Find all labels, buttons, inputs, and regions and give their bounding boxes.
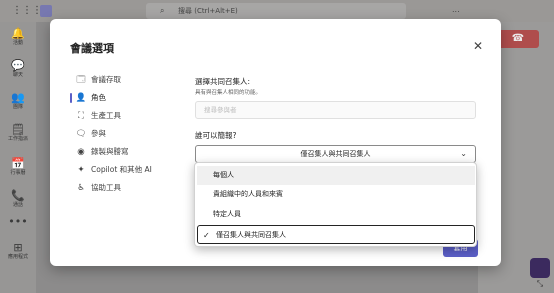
option-label: 每個人 (213, 171, 234, 179)
rail-label: 工作指派 (7, 136, 28, 142)
options-nav: 🗔 會議存取 👤 角色 ⛶ 生產工具 🗨 參與 ◉ 錄製與謄寫 ✦ Copilo… (70, 71, 185, 197)
rail-item-calendar[interactable]: 📅 行事曆 (0, 158, 36, 177)
nav-item-recording[interactable]: ◉ 錄製與謄寫 (70, 143, 185, 161)
nav-item-roles[interactable]: 👤 角色 (70, 89, 185, 107)
option-everyone[interactable]: 每個人 (197, 166, 475, 185)
presenter-options-list: 每個人 貴組織中的人員和來賓 特定人員 ✓ 僅召集人與共同召集人 (194, 162, 477, 247)
active-indicator (70, 93, 72, 103)
search-input[interactable]: ⌕ 搜尋 (Ctrl+Alt+E) (146, 3, 406, 19)
hangup-button[interactable]: ☎ (497, 30, 539, 48)
nav-item-productivity[interactable]: ⛶ 生產工具 (70, 107, 185, 125)
rail-item-activity[interactable]: 🔔 活動 (0, 28, 36, 47)
nav-label: 協助工具 (91, 183, 121, 192)
chevron-down-icon: ⌄ (460, 149, 467, 158)
option-label: 特定人員 (213, 210, 241, 218)
presenter-dropdown[interactable]: 僅召集人與共同召集人 ⌄ (195, 145, 476, 163)
nav-label: 生產工具 (91, 111, 121, 120)
rail-item-apps[interactable]: ⊞ 應用程式 (0, 242, 36, 261)
nav-label: 錄製與謄寫 (91, 147, 129, 156)
nav-label: 會議存取 (91, 75, 121, 84)
copilot-launch-button[interactable] (530, 258, 550, 278)
cohost-description: 具有與召集人相同的功能。 (195, 90, 262, 96)
nav-label: 角色 (91, 93, 106, 102)
close-icon[interactable]: ✕ (473, 40, 483, 52)
apps-icon: ⊞ (13, 241, 23, 254)
search-placeholder: 搜尋 (Ctrl+Alt+E) (178, 7, 238, 15)
option-label: 僅召集人與共同召集人 (216, 231, 286, 239)
rail-item-assignments[interactable]: 🗒 工作指派 (0, 124, 36, 143)
more-icon: ••• (8, 215, 28, 228)
option-org-and-guests[interactable]: 貴組織中的人員和來賓 (197, 185, 475, 204)
teams-logo-icon (40, 5, 52, 17)
app-launcher-icon[interactable]: ⋮⋮⋮ (12, 6, 42, 16)
option-label: 貴組織中的人員和來賓 (213, 190, 283, 198)
rail-item-more[interactable]: ••• (0, 216, 36, 228)
cohost-label: 選擇共同召集人: (195, 77, 251, 86)
nav-item-meeting-access[interactable]: 🗔 會議存取 (70, 71, 185, 89)
nav-label: Copilot 和其他 AI (91, 165, 152, 174)
more-options-button[interactable]: ... (452, 5, 460, 14)
rail-item-calls[interactable]: 📞 通話 (0, 190, 36, 209)
search-icon: ⌕ (160, 6, 165, 15)
rail-label: 通話 (12, 202, 23, 208)
nav-label: 參與 (91, 129, 106, 138)
person-icon: 👤 (75, 93, 87, 103)
access-icon: 🗔 (76, 75, 86, 85)
rail-label: 應用程式 (7, 254, 28, 260)
rail-label: 團隊 (12, 104, 23, 110)
bell-icon: 🔔 (11, 27, 25, 40)
calendar-icon: 📅 (11, 157, 25, 170)
expand-icon[interactable]: ⤡ (530, 279, 550, 291)
teams-icon: 👥 (11, 91, 25, 104)
rail-label: 行事曆 (10, 170, 26, 176)
copilot-icon: ✦ (77, 165, 85, 175)
assignments-icon: 🗒 (11, 123, 25, 136)
presenter-label: 誰可以簡報? (195, 131, 237, 140)
rail-item-chat[interactable]: 💬 聊天 (0, 60, 36, 79)
option-organizers-only[interactable]: ✓ 僅召集人與共同召集人 (197, 225, 475, 244)
rail-label: 聊天 (12, 72, 23, 78)
rail-item-teams[interactable]: 👥 團隊 (0, 92, 36, 111)
presenter-selected-value: 僅召集人與共同召集人 (300, 150, 371, 158)
nav-item-engagement[interactable]: 🗨 參與 (70, 125, 185, 143)
option-specific-people[interactable]: 特定人員 (197, 205, 475, 224)
rail-label: 活動 (12, 40, 23, 46)
app-rail: 🔔 活動 💬 聊天 👥 團隊 🗒 工作指派 📅 行事曆 📞 通話 ••• ⊞ 應… (0, 22, 36, 293)
dialog-title: 會議選項 (70, 42, 114, 55)
nav-item-accessibility[interactable]: ♿ 協助工具 (70, 179, 185, 197)
checkmark-icon: ✓ (203, 231, 210, 240)
record-icon: ◉ (77, 147, 85, 157)
chat-bubble-icon: 🗨 (75, 129, 87, 139)
phone-hangup-icon: ☎ (511, 33, 525, 44)
accessibility-icon: ♿ (77, 183, 85, 193)
nav-item-copilot[interactable]: ✦ Copilot 和其他 AI (70, 161, 185, 179)
productivity-icon: ⛶ (78, 111, 84, 121)
cohost-search-input: 搜尋參與者 (195, 101, 476, 119)
chat-icon: 💬 (11, 59, 25, 72)
phone-icon: 📞 (11, 189, 25, 202)
